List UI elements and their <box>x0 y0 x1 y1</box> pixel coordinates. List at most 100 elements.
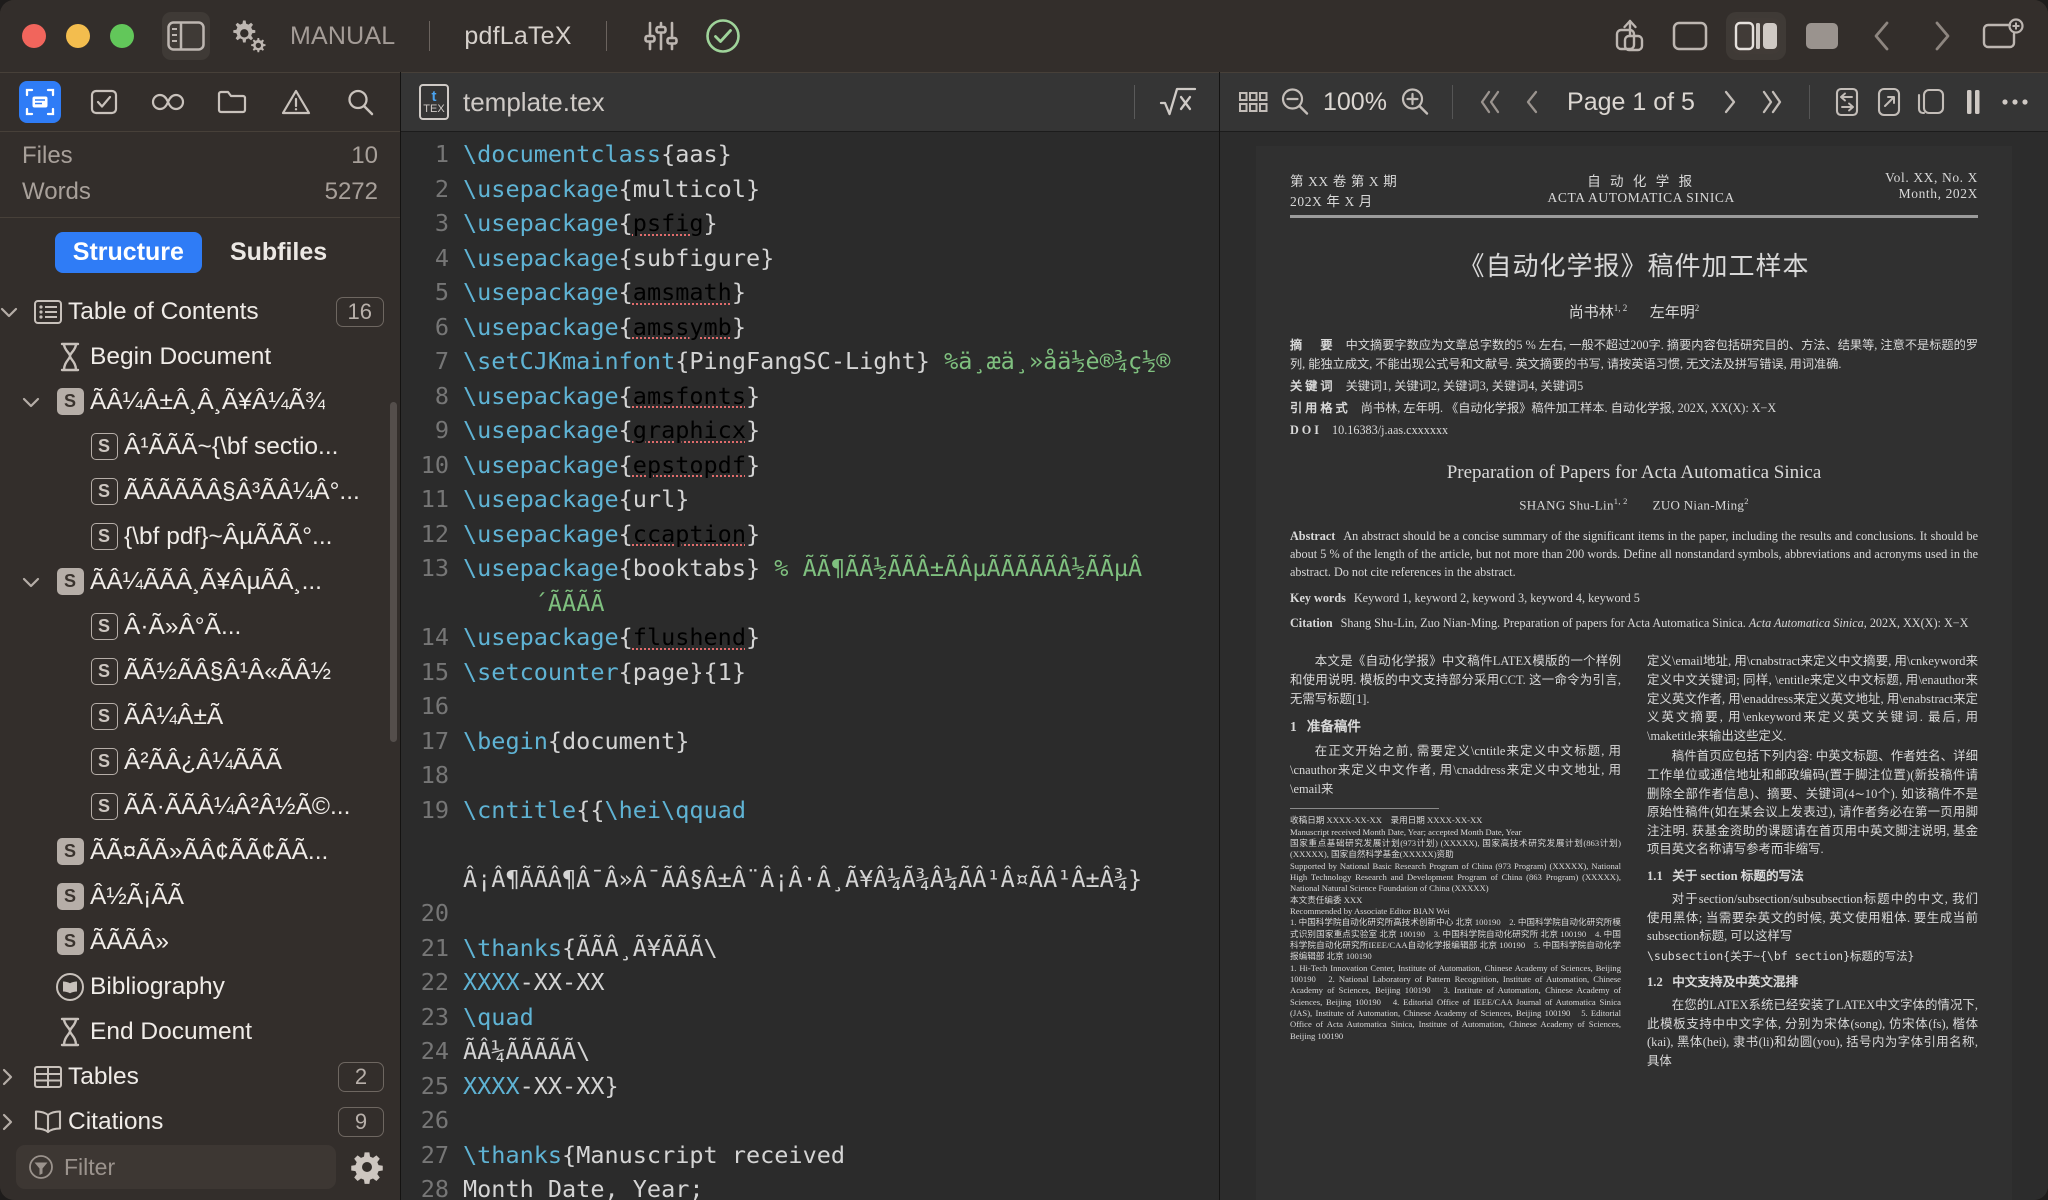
zoom-level-label[interactable]: 100% <box>1318 88 1392 117</box>
tree-row[interactable]: S Â²ÃÂ¿Â¼ÃÃÃ <box>0 739 400 784</box>
sidebar-icon <box>167 21 205 51</box>
code-line[interactable]: 26 <box>401 1103 1219 1138</box>
layout-editor-only-button[interactable] <box>1666 12 1714 60</box>
tree-row[interactable]: S Â·Ã»Â°Ã... <box>0 604 400 649</box>
tree-row[interactable]: Citations 9 <box>0 1099 400 1140</box>
code-line[interactable]: 9 \usepackage{graphicx} <box>401 413 1219 448</box>
code-line[interactable]: 6 \usepackage{amssymb} <box>401 310 1219 345</box>
code-line[interactable]: 19 \cntitle{{\hei\qquad Â¡Â¶ÃÃÂ¶Â¯Â»Â¯ÃÂ§… <box>401 793 1219 897</box>
zoom-in-button[interactable] <box>1396 80 1434 124</box>
tree-row-count: 9 <box>338 1106 384 1137</box>
disclosure-triangle-icon[interactable] <box>0 1113 28 1131</box>
new-window-button[interactable] <box>1978 12 2026 60</box>
tree-row[interactable]: Table of Contents 16 <box>0 289 400 334</box>
typeset-settings-button[interactable] <box>637 12 685 60</box>
more-options-button[interactable] <box>1996 80 2034 124</box>
first-page-button[interactable] <box>1471 80 1509 124</box>
share-button[interactable] <box>1606 12 1654 60</box>
layout-split-button[interactable] <box>1732 18 1780 54</box>
code-line[interactable]: 8 \usepackage{amsfonts} <box>401 379 1219 414</box>
duplicate-pane-button[interactable] <box>1912 80 1950 124</box>
forward-button[interactable] <box>1918 12 1966 60</box>
disclosure-triangle-icon[interactable] <box>22 395 50 409</box>
code-line[interactable]: 18 <box>401 758 1219 793</box>
split-view-button[interactable] <box>1954 80 1992 124</box>
tree-row[interactable]: S ÃÃ·ÃÃÂ¼Â²Â½Ã©... <box>0 784 400 829</box>
code-line[interactable]: 1 \documentclass{aas} <box>401 137 1219 172</box>
code-line[interactable]: 10 \usepackage{epstopdf} <box>401 448 1219 483</box>
zoom-window-button[interactable] <box>110 24 134 48</box>
back-button[interactable] <box>1858 12 1906 60</box>
engine-label[interactable]: pdfLaTeX <box>460 22 575 51</box>
tab-subfiles[interactable]: Subfiles <box>212 232 345 273</box>
next-page-button[interactable] <box>1711 80 1749 124</box>
last-page-button[interactable] <box>1753 80 1791 124</box>
code-line[interactable]: 15 \setcounter{page}{1} <box>401 655 1219 690</box>
page-indicator[interactable]: Page 1 of 5 <box>1567 88 1695 117</box>
tree-row[interactable]: S ÃÃÃÂ» <box>0 919 400 964</box>
disclosure-triangle-icon[interactable] <box>0 305 28 319</box>
tree-row[interactable]: Bibliography <box>0 964 400 1009</box>
tree-row[interactable]: End Document <box>0 1009 400 1054</box>
line-text: \setcounter{page}{1} <box>463 657 746 686</box>
journal-volume: 第 XX 卷 第 X 期 <box>1290 174 1398 189</box>
sidebar-tab-issues[interactable] <box>275 81 317 123</box>
code-line[interactable]: 12 \usepackage{ccaption} <box>401 517 1219 552</box>
code-line[interactable]: 25 XXXX-XX-XX} <box>401 1069 1219 1104</box>
tree-row[interactable]: S Â½Ã¡ÃÃ <box>0 874 400 919</box>
tree-row[interactable]: S ÃÃ½ÃÂ§Â¹Â«ÃÂ½ <box>0 649 400 694</box>
tree-row[interactable]: S ÃÂ¼Â±Â¸Â¸Ã¥Â¼Ã¾ <box>0 379 400 424</box>
code-line[interactable]: 21 \thanks{ÃÃÂ¸Ã¥ÃÃÃ\ <box>401 931 1219 966</box>
compile-status-button[interactable] <box>699 12 747 60</box>
disclosure-triangle-icon[interactable] <box>22 575 50 589</box>
tree-row[interactable]: Begin Document <box>0 334 400 379</box>
code-line[interactable]: 16 <box>401 689 1219 724</box>
math-palette-button[interactable] <box>1157 82 1211 122</box>
pdf-scroll-area[interactable]: 第 XX 卷 第 X 期 202X 年 X 月 自 动 化 学 报 ACTA A… <box>1220 132 2048 1200</box>
sidebar-tab-labels[interactable] <box>147 81 189 123</box>
code-line[interactable]: 5 \usepackage{amsmath} <box>401 275 1219 310</box>
zoom-out-button[interactable] <box>1276 80 1314 124</box>
tree-row[interactable]: S {\bf pdf}~ÂµÃÃÃ°... <box>0 514 400 559</box>
code-line[interactable]: 27 \thanks{Manuscript received <box>401 1138 1219 1173</box>
sidebar-tab-structure[interactable] <box>19 81 61 123</box>
code-line[interactable]: 22 XXXX-XX-XX <box>401 965 1219 1000</box>
previous-page-button[interactable] <box>1513 80 1551 124</box>
code-line[interactable]: 7 \setCJKmainfont{PingFangSC-Light} %ä¸æä… <box>401 344 1219 379</box>
code-line[interactable]: 24 ÃÂ¼ÃÃÃÃÃ\ <box>401 1034 1219 1069</box>
code-editor[interactable]: 1 \documentclass{aas} 2 \usepackage{multico… <box>401 132 1219 1200</box>
tree-row[interactable]: S ÃÂ¼Â±Ã <box>0 694 400 739</box>
code-line[interactable]: 14 \usepackage{flushend} <box>401 620 1219 655</box>
code-line[interactable]: 4 \usepackage{subfigure} <box>401 241 1219 276</box>
tab-structure[interactable]: Structure <box>54 232 202 274</box>
code-line[interactable]: 23 \quad <box>401 1000 1219 1035</box>
close-window-button[interactable] <box>22 24 46 48</box>
code-line[interactable]: 28 Month Date, Year; <box>401 1172 1219 1200</box>
layout-preview-only-button[interactable] <box>1798 12 1846 60</box>
filter-settings-gear-icon[interactable] <box>350 1150 384 1184</box>
code-line[interactable]: 17 \begin{document} <box>401 724 1219 759</box>
disclosure-triangle-icon[interactable] <box>0 1068 28 1086</box>
settings-gears-button[interactable] <box>224 12 272 60</box>
code-line[interactable]: 11 \usepackage{url} <box>401 482 1219 517</box>
sidebar-tab-search[interactable] <box>339 81 381 123</box>
tree-row[interactable]: Tables 2 <box>0 1054 400 1099</box>
code-line[interactable]: 13 \usepackage{booktabs} % ÃÃ¶ÃÃ½ÃÃÂ±ÃÂµÃ… <box>401 551 1219 620</box>
sync-button[interactable] <box>1828 80 1866 124</box>
thumbnails-button[interactable] <box>1234 80 1272 124</box>
build-mode-label[interactable]: MANUAL <box>286 22 399 51</box>
sidebar-tab-files[interactable] <box>211 81 253 123</box>
tree-row[interactable]: S ÃÃÃÃÃÂ§Â³ÃÂ¼Â°... <box>0 469 400 514</box>
open-external-button[interactable] <box>1870 80 1908 124</box>
code-line[interactable]: 2 \usepackage{multicol} <box>401 172 1219 207</box>
tree-row[interactable]: S ÃÃ¤ÃÃ»ÃÂ¢ÃÃ¢ÃÃ... <box>0 829 400 874</box>
sidebar-tab-todo[interactable] <box>83 81 125 123</box>
sidebar-scrollbar[interactable] <box>390 402 397 742</box>
tree-row[interactable]: S ÃÂ¼ÃÃÂ¸Ã¥ÂµÃÂ¸... <box>0 559 400 604</box>
minimize-window-button[interactable] <box>66 24 90 48</box>
code-line[interactable]: 20 <box>401 896 1219 931</box>
tree-row[interactable]: S Â¹ÃÃÃ~{\bf sectio... <box>0 424 400 469</box>
toggle-sidebar-button[interactable] <box>162 12 210 60</box>
filter-input[interactable]: Filter <box>16 1145 336 1189</box>
code-line[interactable]: 3 \usepackage{psfig} <box>401 206 1219 241</box>
